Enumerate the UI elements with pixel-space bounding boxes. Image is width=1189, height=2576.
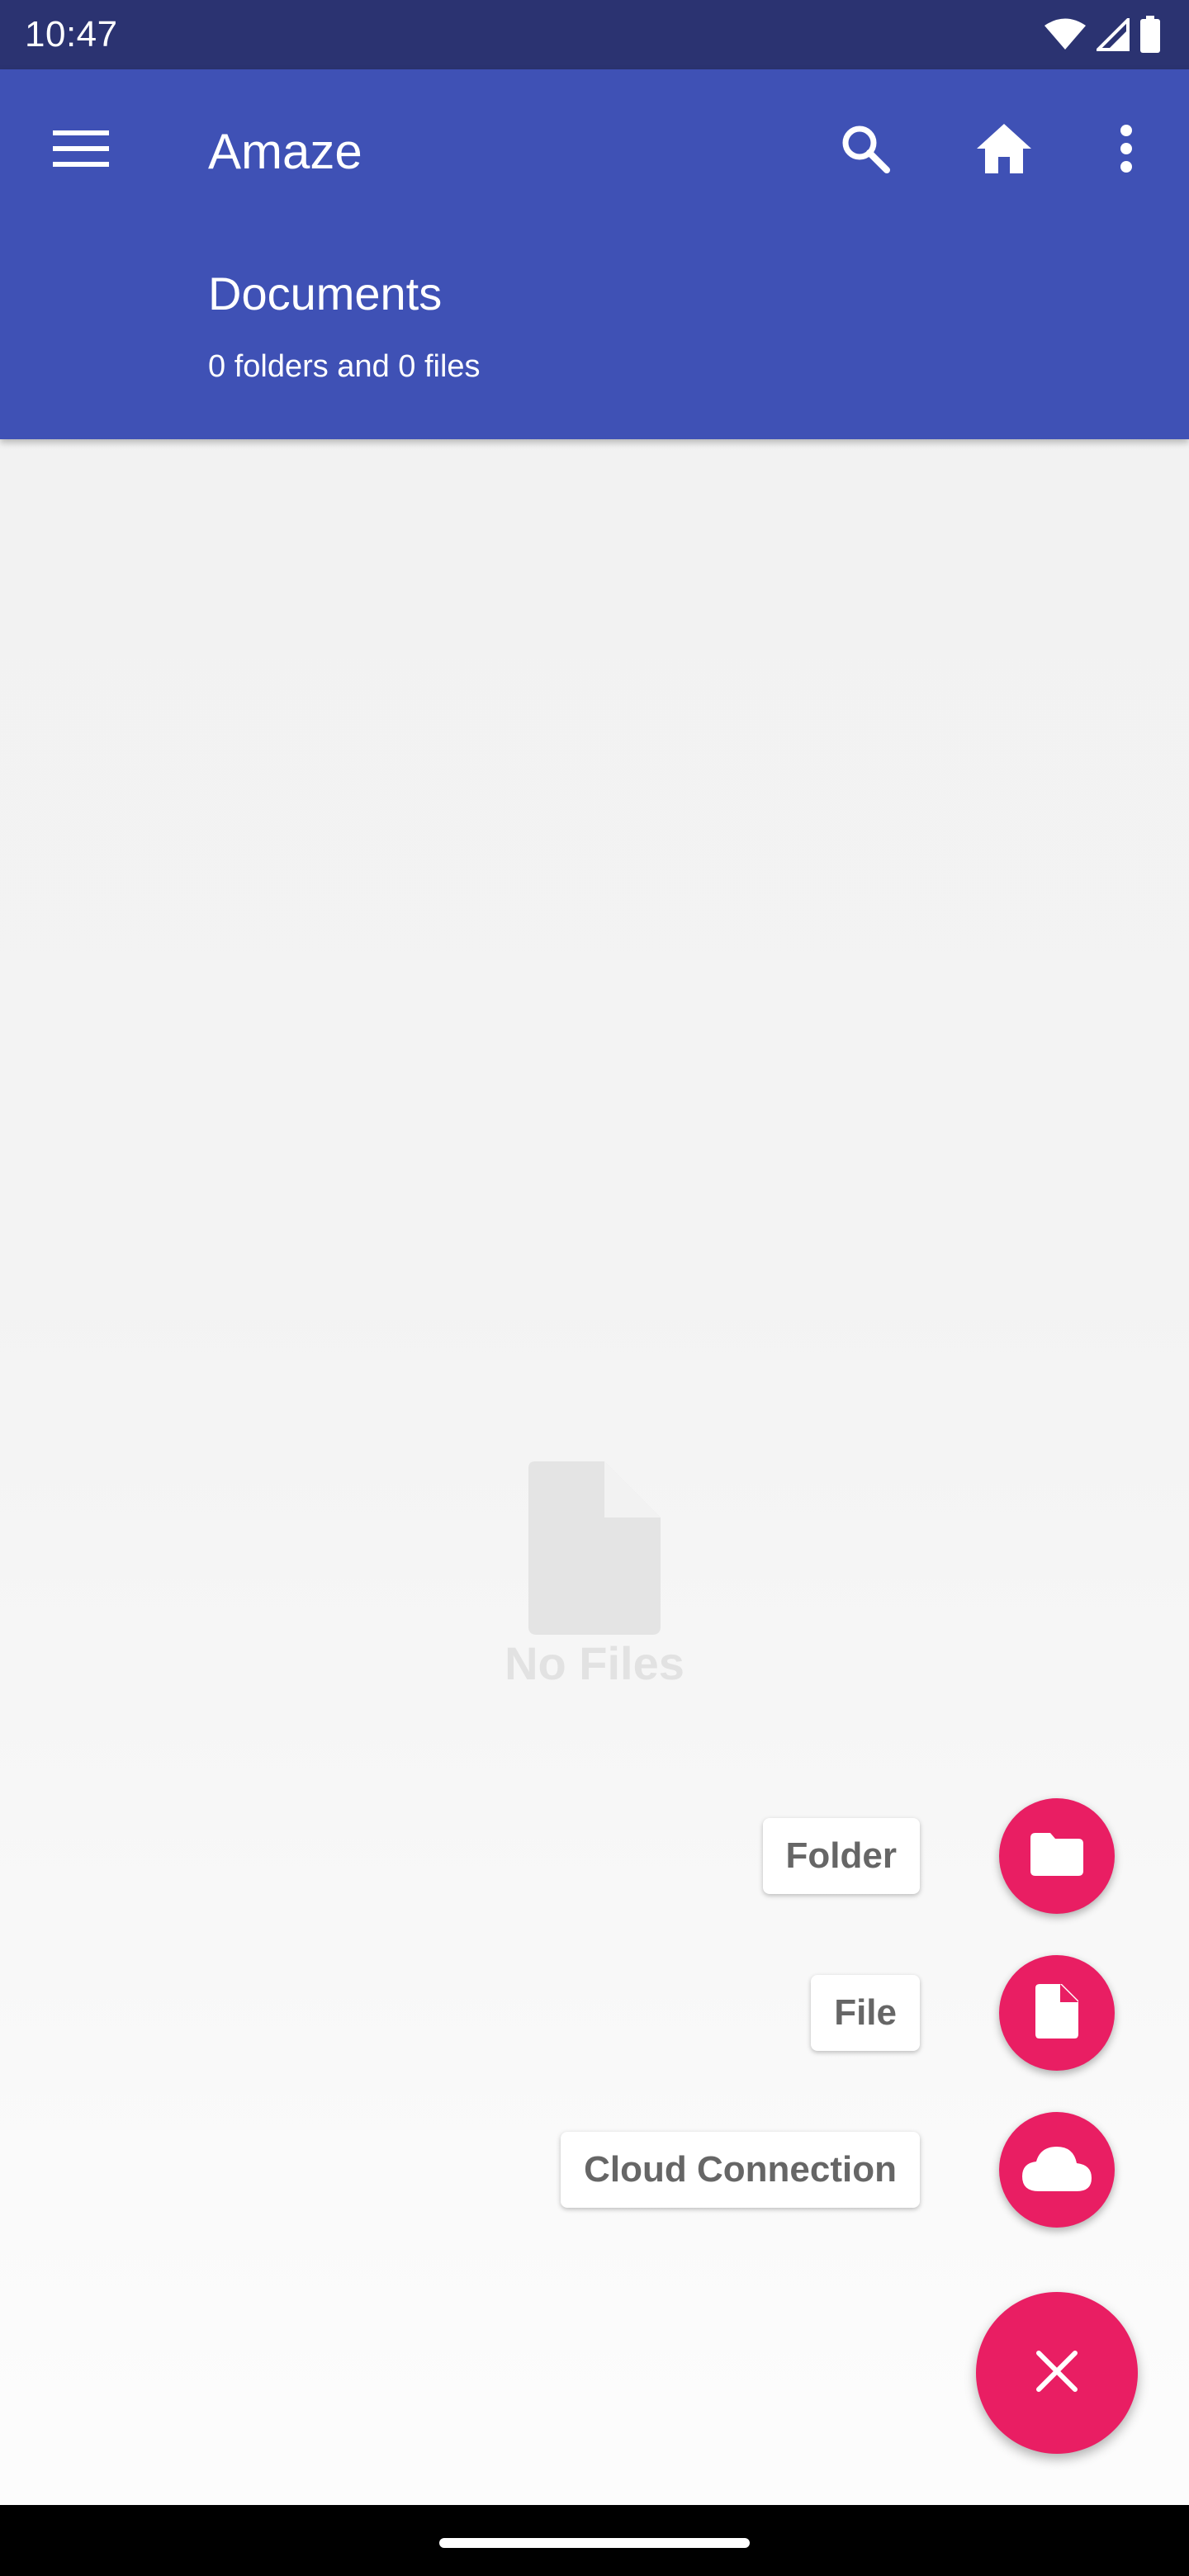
- new-file-label[interactable]: File: [811, 1975, 920, 2051]
- search-button[interactable]: [826, 111, 905, 190]
- empty-state: No Files: [0, 1461, 1189, 1693]
- status-bar: 10:47: [0, 0, 1189, 69]
- home-button[interactable]: [964, 111, 1044, 190]
- app-bar: Amaze Documents 0 folders and 0 files: [0, 69, 1189, 439]
- folder-summary: 0 folders and 0 files: [208, 349, 481, 384]
- cloud-icon: [1022, 2145, 1092, 2195]
- more-options-button[interactable]: [1087, 111, 1166, 190]
- menu-icon: [53, 129, 109, 173]
- folder-icon: [1030, 1832, 1083, 1880]
- file-icon: [1035, 1983, 1078, 2043]
- system-navigation-bar: [0, 2505, 1189, 2576]
- file-manager-screen: 10:47 Amaze Documents 0 folders and 0 fi…: [0, 0, 1189, 2576]
- empty-state-text: No Files: [504, 1637, 685, 1689]
- more-vert-icon: [1118, 124, 1135, 178]
- new-file-button[interactable]: [999, 1955, 1115, 2071]
- cloud-connection-button[interactable]: [999, 2112, 1115, 2228]
- app-title: Amaze: [208, 124, 362, 179]
- cloud-connection-label[interactable]: Cloud Connection: [561, 2132, 920, 2208]
- file-icon: [0, 1461, 1189, 1635]
- close-icon: [1035, 2350, 1078, 2397]
- gesture-handle[interactable]: [439, 2538, 750, 2548]
- current-folder-name: Documents: [208, 268, 443, 320]
- fab-close-button[interactable]: [976, 2292, 1138, 2454]
- status-icons: [1044, 15, 1161, 54]
- new-folder-button[interactable]: [999, 1798, 1115, 1914]
- cellular-signal-icon: [1097, 18, 1130, 51]
- status-time: 10:47: [25, 14, 118, 54]
- battery-icon: [1139, 16, 1161, 54]
- search-icon: [839, 122, 892, 179]
- wifi-icon: [1044, 18, 1087, 51]
- new-folder-label[interactable]: Folder: [762, 1818, 920, 1894]
- home-icon: [975, 122, 1033, 179]
- menu-button[interactable]: [41, 111, 121, 190]
